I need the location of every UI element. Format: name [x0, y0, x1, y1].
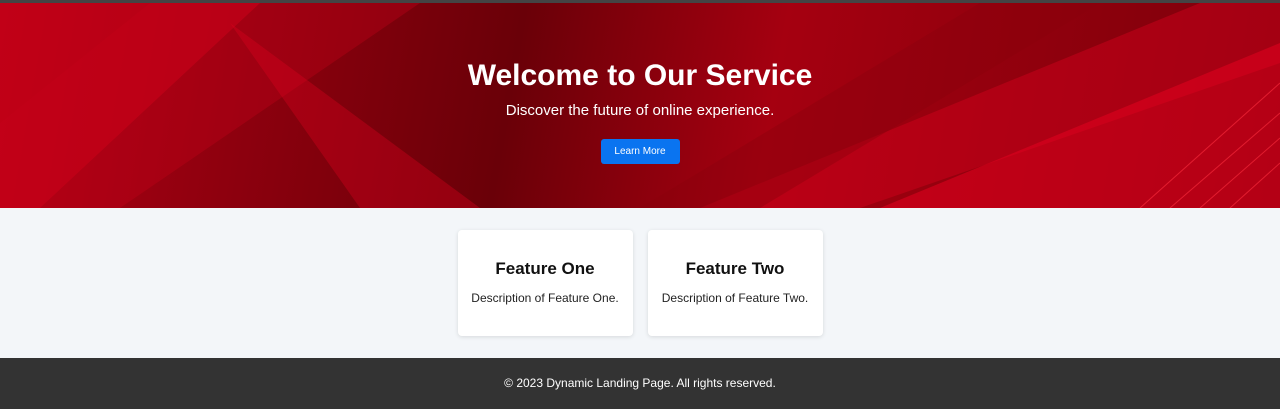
feature-card-one: Feature One Description of Feature One. [457, 230, 633, 336]
feature-description: Description of Feature One. [471, 291, 619, 305]
footer-copyright: © 2023 Dynamic Landing Page. All rights … [504, 376, 776, 390]
page-footer: © 2023 Dynamic Landing Page. All rights … [0, 358, 1280, 409]
learn-more-button[interactable]: Learn More [600, 139, 680, 164]
feature-title: Feature One [495, 259, 595, 278]
features-section: Feature One Description of Feature One. … [0, 208, 1280, 358]
hero-subtitle: Discover the future of online experience… [505, 102, 775, 119]
feature-description: Description of Feature Two. [661, 291, 809, 305]
hero-title: Welcome to Our Service [467, 59, 813, 92]
hero-banner: Welcome to Our Service Discover the futu… [0, 3, 1280, 208]
feature-title: Feature Two [685, 259, 785, 278]
feature-card-two: Feature Two Description of Feature Two. [647, 230, 823, 336]
